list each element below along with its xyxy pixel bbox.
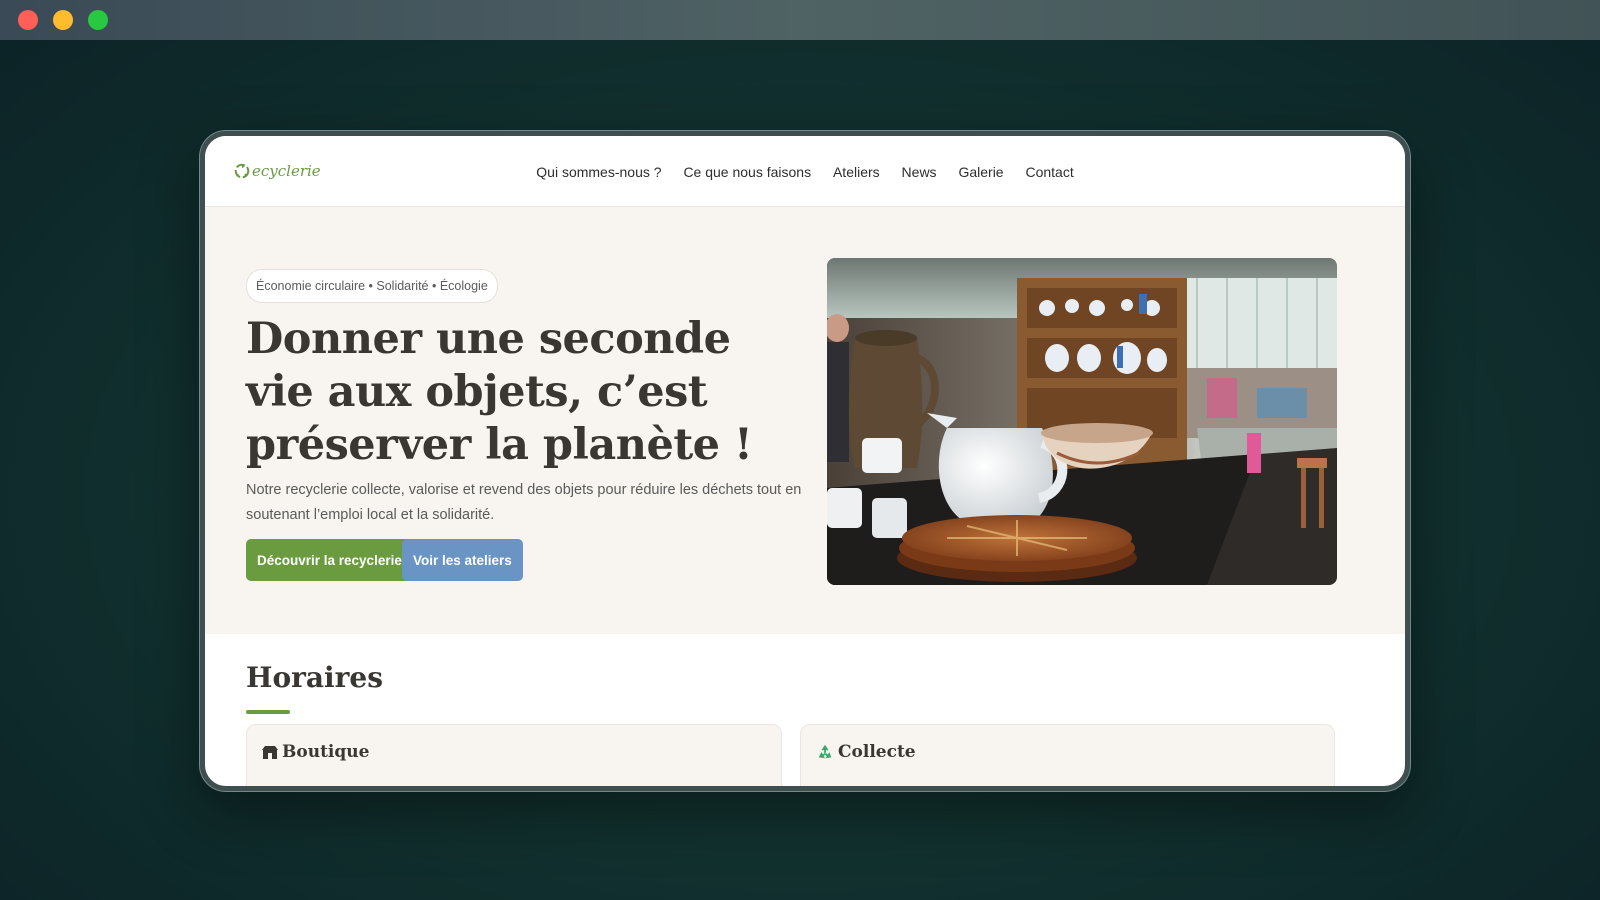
- maximize-window-button[interactable]: [88, 10, 108, 30]
- title-underline: [246, 710, 290, 714]
- shop-interior-photo: [827, 258, 1337, 585]
- nav-link-contact[interactable]: Contact: [1025, 164, 1073, 180]
- hours-card-boutique: Boutique: [246, 724, 782, 786]
- minimize-window-button[interactable]: [53, 10, 73, 30]
- nav-link-ce-que-nous-faisons[interactable]: Ce que nous faisons: [683, 164, 811, 180]
- shop-icon: [262, 746, 278, 759]
- nav-link-qui-sommes-nous[interactable]: Qui sommes-nous ?: [536, 164, 661, 180]
- hero-section: Économie circulaire • Solidarité • Écolo…: [205, 207, 1405, 634]
- nav-link-ateliers[interactable]: Ateliers: [833, 164, 880, 180]
- nav-link-news[interactable]: News: [902, 164, 937, 180]
- recycle-icon: [818, 744, 832, 759]
- device-frame: ecyclerie Qui sommes-nous ? Ce que nous …: [200, 131, 1410, 791]
- hours-card-collecte: Collecte: [800, 724, 1335, 786]
- main-menu: Qui sommes-nous ? Ce que nous faisons At…: [205, 164, 1405, 180]
- card-title: Boutique: [282, 742, 370, 762]
- card-header: Collecte: [816, 742, 916, 762]
- card-title: Collecte: [838, 742, 916, 762]
- view-workshops-button[interactable]: Voir les ateliers: [402, 539, 523, 581]
- hero-photo: [827, 258, 1337, 585]
- close-window-button[interactable]: [18, 10, 38, 30]
- window-titlebar: [0, 0, 1600, 40]
- discover-recyclerie-button[interactable]: Découvrir la recyclerie: [246, 539, 413, 581]
- hours-section-title: Horaires: [246, 661, 383, 694]
- nav-link-galerie[interactable]: Galerie: [958, 164, 1003, 180]
- card-header: Boutique: [262, 742, 369, 762]
- tagline-badge: Économie circulaire • Solidarité • Écolo…: [246, 269, 498, 303]
- hero-description: Notre recyclerie collecte, valorise et r…: [246, 482, 802, 523]
- top-navigation: ecyclerie Qui sommes-nous ? Ce que nous …: [205, 136, 1405, 207]
- hero-title: Donner une seconde vie aux objets, c’est…: [246, 314, 753, 470]
- website: ecyclerie Qui sommes-nous ? Ce que nous …: [205, 136, 1405, 786]
